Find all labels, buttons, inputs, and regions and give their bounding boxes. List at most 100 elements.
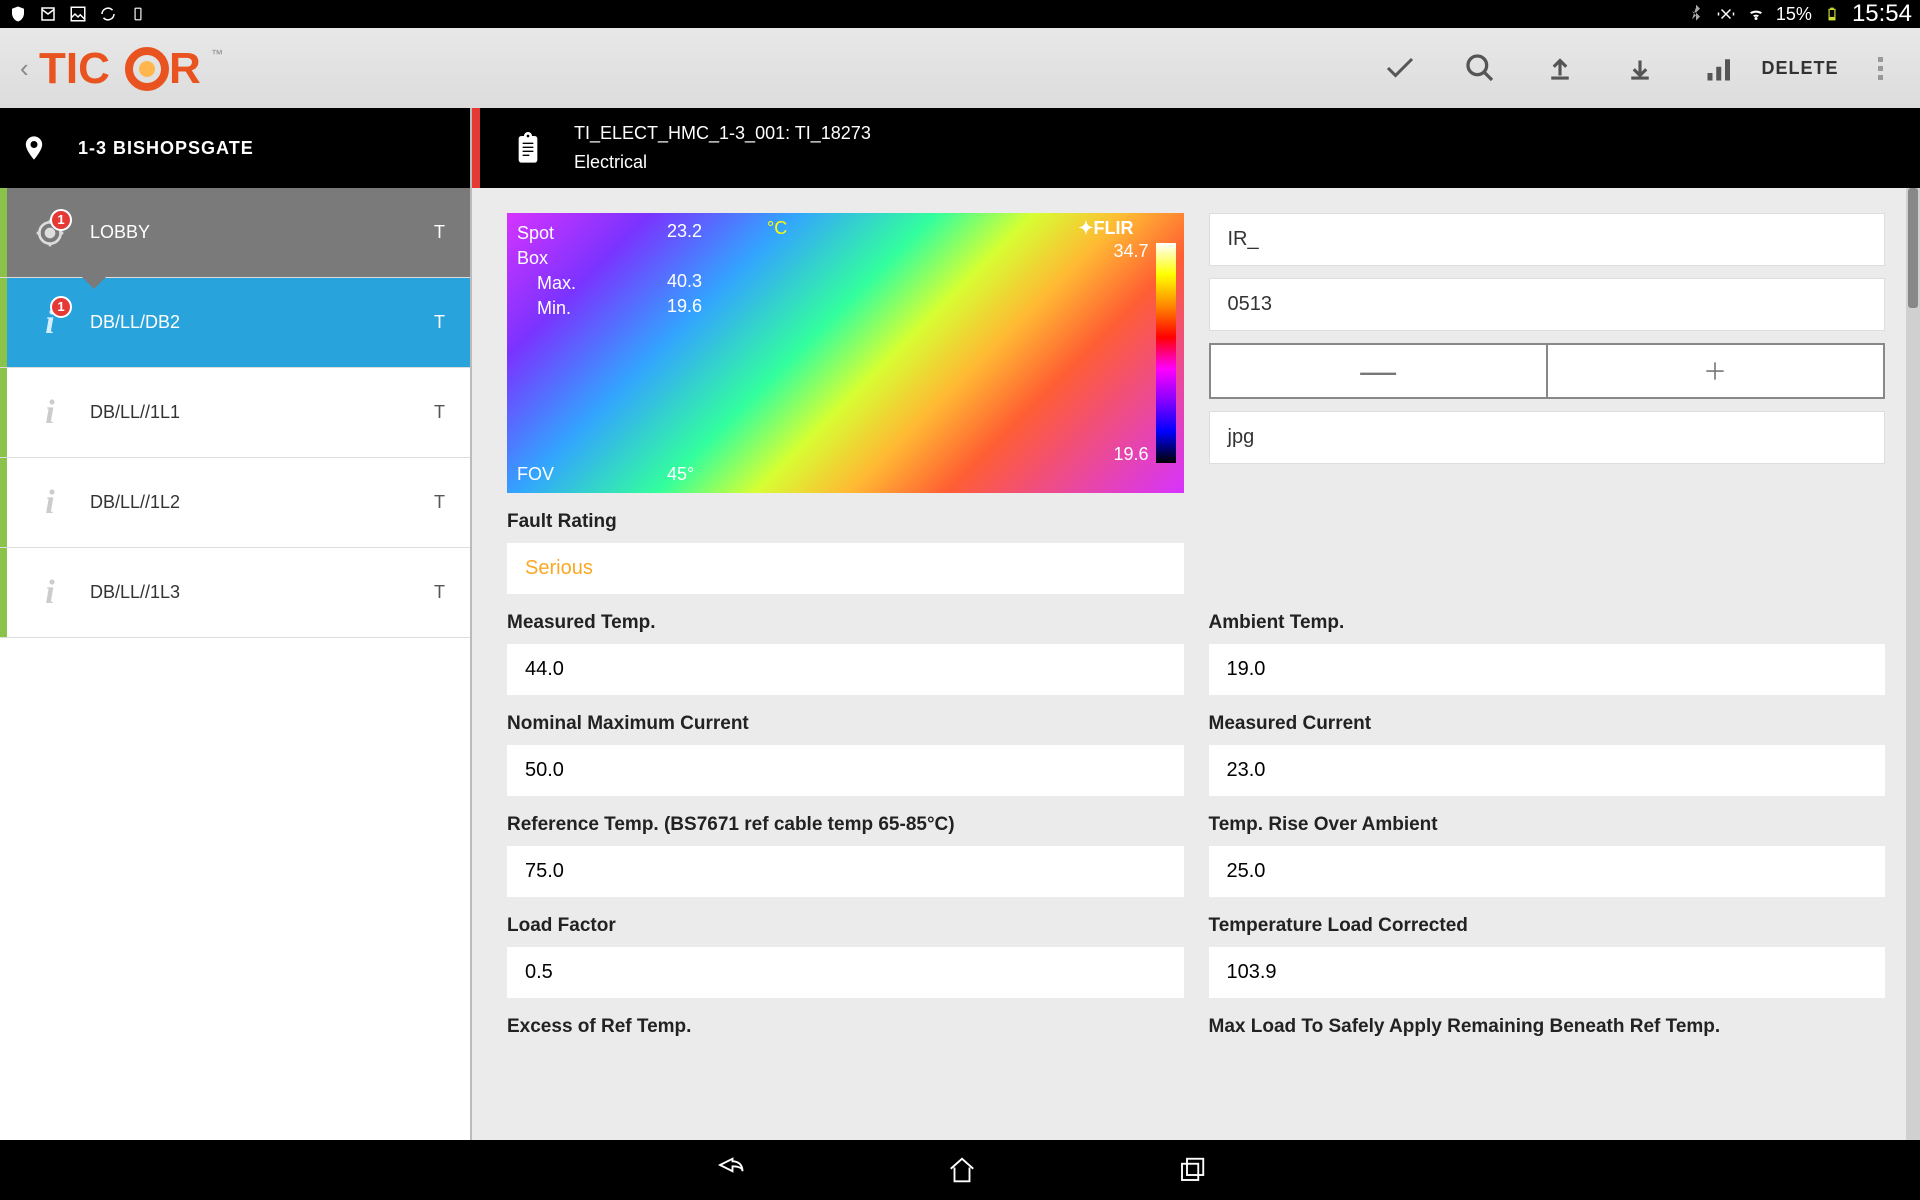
decrement-button[interactable]: —: [1209, 343, 1546, 399]
location-header[interactable]: 1-3 BISHOPSGATE: [0, 108, 470, 188]
status-bar-green: [0, 368, 7, 457]
android-status-bar: 15% 15:54: [0, 0, 1920, 28]
bluetooth-icon: [1686, 4, 1706, 24]
ref-temp-label: Reference Temp. (BS7671 ref cable temp 6…: [507, 814, 1184, 836]
notification-badge: 1: [50, 296, 72, 318]
scrollbar[interactable]: [1906, 188, 1920, 1140]
sidebar-item-lobby[interactable]: 1 LOBBY T: [0, 188, 470, 278]
temp-load-corrected-value[interactable]: 103.9: [1209, 947, 1886, 998]
sidebar-item-type: T: [434, 312, 455, 333]
sidebar-item-db2[interactable]: i 1 DB/LL/DB2 T: [0, 278, 470, 368]
ref-temp-value[interactable]: 75.0: [507, 846, 1184, 897]
increment-button[interactable]: [1546, 343, 1885, 399]
image-icon: [68, 4, 88, 24]
check-icon[interactable]: [1380, 48, 1420, 88]
app-logo: TIC R ™: [39, 43, 239, 93]
back-chevron-icon[interactable]: ‹: [20, 53, 29, 84]
ambient-temp-label: Ambient Temp.: [1209, 612, 1886, 634]
flir-logo: ✦FLIR: [1078, 218, 1133, 239]
sidebar-item-label: DB/LL/DB2: [80, 312, 434, 333]
temp-rise-value[interactable]: 25.0: [1209, 846, 1886, 897]
temp-load-corrected-label: Temperature Load Corrected: [1209, 915, 1886, 937]
search-icon[interactable]: [1460, 48, 1500, 88]
sidebar-item-1l1[interactable]: i DB/LL//1L1 T: [0, 368, 470, 458]
thermal-unit: °C: [767, 218, 787, 239]
info-icon: i: [45, 574, 54, 612]
battery-percent: 15%: [1776, 4, 1812, 25]
sidebar-item-label: LOBBY: [80, 222, 434, 243]
vibrate-icon: [1716, 4, 1736, 24]
thermal-fov-label: FOV: [517, 464, 554, 485]
svg-text:™: ™: [211, 47, 223, 61]
thermal-grad-max: 34.7: [1113, 241, 1148, 262]
temp-rise-label: Temp. Rise Over Ambient: [1209, 814, 1886, 836]
delete-button[interactable]: DELETE: [1780, 48, 1820, 88]
status-bar-green: [0, 458, 7, 547]
sidebar-item-type: T: [434, 492, 455, 513]
thermal-spot-label: Spot: [517, 223, 554, 244]
measured-temp-value[interactable]: 44.0: [507, 644, 1184, 695]
thermal-gradient: [1156, 243, 1176, 463]
sidebar-item-label: DB/LL//1L1: [80, 402, 434, 423]
load-factor-label: Load Factor: [507, 915, 1184, 937]
thermal-min-value: 19.6: [667, 296, 702, 317]
svg-text:R: R: [169, 44, 201, 93]
back-icon[interactable]: [713, 1155, 747, 1185]
extension-input[interactable]: jpg: [1209, 411, 1886, 464]
thermal-max-value: 40.3: [667, 271, 702, 292]
active-pointer-icon: [80, 275, 108, 289]
thermal-grad-min: 19.6: [1113, 444, 1148, 465]
sidebar-item-1l2[interactable]: i DB/LL//1L2 T: [0, 458, 470, 548]
battery-icon: [1822, 4, 1842, 24]
ambient-temp-value[interactable]: 19.0: [1209, 644, 1886, 695]
thermal-min-label: Min.: [537, 298, 571, 319]
measured-current-label: Measured Current: [1209, 713, 1886, 735]
clock: 15:54: [1852, 0, 1912, 28]
download-icon[interactable]: [1620, 48, 1660, 88]
app-header: ‹ TIC R ™ DELETE: [0, 28, 1920, 108]
fault-rating-label: Fault Rating: [507, 511, 1184, 533]
signal-icon[interactable]: [1700, 48, 1740, 88]
sidebar-item-type: T: [434, 222, 455, 243]
home-icon[interactable]: [947, 1155, 977, 1185]
status-bar-green: [0, 548, 7, 637]
thermal-fov-value: 45°: [667, 464, 694, 485]
measured-current-value[interactable]: 23.0: [1209, 745, 1886, 796]
sidebar: 1-3 BISHOPSGATE 1 LOBBY T i 1 DB/LL/DB2 …: [0, 108, 470, 1140]
content-body[interactable]: Spot Box Max. Min. 23.2 40.3 19.6 °C ✦FL…: [472, 188, 1920, 1063]
mail-icon: [38, 4, 58, 24]
thermal-max-label: Max.: [537, 273, 576, 294]
info-icon: i: [45, 484, 54, 522]
android-nav-bar: [0, 1140, 1920, 1200]
content-title: TI_ELECT_HMC_1-3_001: TI_18273: [574, 123, 871, 144]
sidebar-item-type: T: [434, 582, 455, 603]
prefix-input[interactable]: IR_: [1209, 213, 1886, 266]
thermal-image[interactable]: Spot Box Max. Min. 23.2 40.3 19.6 °C ✦FL…: [507, 213, 1184, 493]
location-pin-icon: [20, 130, 48, 166]
sync-icon: [98, 4, 118, 24]
thermal-box-label: Box: [517, 248, 548, 269]
nominal-max-value[interactable]: 50.0: [507, 745, 1184, 796]
wifi-icon: [1746, 4, 1766, 24]
sidebar-item-type: T: [434, 402, 455, 423]
location-name: 1-3 BISHOPSGATE: [78, 138, 254, 159]
sidebar-item-label: DB/LL//1L3: [80, 582, 434, 603]
content-area: TI_ELECT_HMC_1-3_001: TI_18273 Electrica…: [470, 108, 1920, 1140]
max-load-safe-label: Max Load To Safely Apply Remaining Benea…: [1209, 1016, 1886, 1038]
status-bar-green: [0, 188, 7, 277]
nominal-max-label: Nominal Maximum Current: [507, 713, 1184, 735]
content-subtitle: Electrical: [574, 152, 871, 173]
load-factor-value[interactable]: 0.5: [507, 947, 1184, 998]
sidebar-item-1l3[interactable]: i DB/LL//1L3 T: [0, 548, 470, 638]
sidebar-item-label: DB/LL//1L2: [80, 492, 434, 513]
excess-ref-label: Excess of Ref Temp.: [507, 1016, 1184, 1038]
filename-inputs: IR_ 0513 — jpg: [1209, 213, 1886, 493]
scrollbar-thumb[interactable]: [1908, 188, 1918, 308]
fault-rating-value[interactable]: Serious: [507, 543, 1184, 594]
number-input[interactable]: 0513: [1209, 278, 1886, 331]
upload-icon[interactable]: [1540, 48, 1580, 88]
recent-apps-icon[interactable]: [1177, 1155, 1207, 1185]
overflow-menu-icon[interactable]: [1860, 48, 1900, 88]
device-icon: [128, 4, 148, 24]
thermal-spot-value: 23.2: [667, 221, 702, 242]
